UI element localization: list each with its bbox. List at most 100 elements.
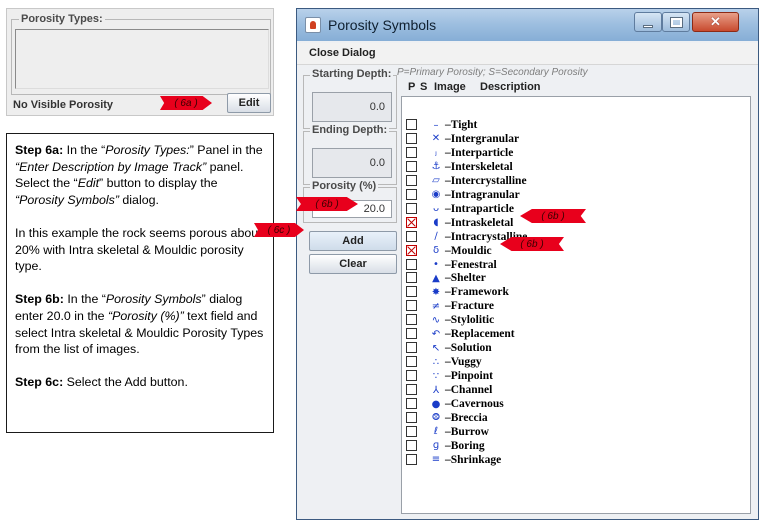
symbol-checkbox[interactable] [406,342,417,354]
symbol-description: –Intraskeletal [445,216,514,229]
header-image: Image [434,81,466,93]
symbol-checkbox[interactable] [406,384,417,396]
symbol-row: – –Tight [402,118,742,132]
dash-icon: – [433,119,439,131]
dialog-title: Porosity Symbols [328,17,437,33]
breccia-icon: ⨷ [432,412,440,424]
symbol-checkbox[interactable] [406,328,417,340]
symbol-row: δ –Mouldic [402,244,742,258]
symbol-checkbox[interactable] [406,258,417,270]
symbol-row: ⱼ –Interparticle [402,146,742,160]
drop-icon: ◖ [433,217,439,229]
fracture-icon: ≠ [431,300,441,312]
symbol-description: –Pinpoint [445,370,493,383]
symbol-checkbox[interactable] [406,356,417,368]
symbol-checkbox[interactable] [406,160,417,172]
symbol-row: ▱ –Intercrystalline [402,174,742,188]
add-button[interactable]: Add [309,231,397,251]
ending-depth-field[interactable]: 0.0 [312,148,392,178]
symbol-description: –Burrow [445,425,489,438]
header-p: P [408,81,416,93]
header-description: Description [480,81,541,93]
symbol-checkbox[interactable] [406,272,417,284]
vuggy-icon: ∴ [432,356,440,368]
symbol-row: • –Fenestral [402,258,742,272]
porosity-types-panel: Porosity Types: No Visible Porosity Edit [6,8,274,116]
close-window-button[interactable]: ✕ [692,12,739,32]
minimize-icon [643,24,653,28]
arrow-nw-icon: ↖ [431,342,441,354]
triple-line-icon: ≡ [431,454,441,466]
menu-close-dialog[interactable]: Close Dialog [309,47,376,59]
java-app-icon [305,17,321,33]
symbol-description: –Breccia [445,411,488,424]
input-column: Starting Depth: 0.0 Ending Depth: 0.0 Po… [303,67,397,517]
ending-depth-label: Ending Depth: [310,124,390,136]
symbol-description: –Intraparticle [445,202,514,215]
dots-icon: ∵ [432,370,440,382]
symbol-checkbox[interactable] [406,439,417,451]
symbol-description: –Fenestral [445,258,497,271]
symbol-description: –Shrinkage [445,453,502,466]
symbol-checkbox[interactable] [406,132,417,144]
instruction-step-6c: Step 6c: Select the Add button. [15,375,188,390]
symbol-row: ⚓ –Interskeletal [402,160,742,174]
symbol-description: –Boring [445,439,485,452]
starting-depth-label: Starting Depth: [310,68,394,80]
symbol-checkbox[interactable] [406,370,417,382]
symbol-checkbox[interactable] [406,119,417,130]
porosity-label: Porosity (%) [310,180,379,192]
symbol-row: ⅄ –Channel [402,383,742,397]
clear-button[interactable]: Clear [309,254,397,274]
symbol-description: –Intercrystalline [445,174,527,187]
starting-depth-field[interactable]: 0.0 [312,92,392,122]
symbol-row: ∴ –Vuggy [402,355,742,369]
symbol-checkbox[interactable] [406,453,417,465]
edit-button[interactable]: Edit [227,93,271,113]
symbol-checkbox[interactable] [406,174,417,186]
symbol-description: –Interskeletal [445,160,513,173]
symbol-row: ≠ –Fracture [402,299,742,313]
boring-icon: ɡ [432,440,440,452]
symbol-description: –Replacement [445,328,515,341]
fenestral-icon: • [433,259,439,270]
symbol-checkbox[interactable] [406,202,417,214]
porosity-types-title: Porosity Types: [19,13,105,25]
symbol-description: –Cavernous [445,398,504,410]
porosity-symbols-dialog: Porosity Symbols ✕ Close Dialog Starting… [296,8,759,520]
symbol-description: –Framework [445,286,509,299]
filled-circle-icon: ● [431,398,441,410]
symbol-description: –Intergranular [445,132,520,145]
starting-depth-group: Starting Depth: 0.0 [303,68,397,129]
callout-6b-intraskeletal: ( 6b ) [520,209,586,223]
maximize-button[interactable] [662,12,690,32]
replacement-icon: ↶ [431,328,441,340]
porosity-status-label: No Visible Porosity [13,99,114,111]
symbol-checkbox[interactable] [406,300,417,312]
symbol-checkbox[interactable] [406,398,417,409]
symbol-checkbox[interactable] [406,244,417,256]
symbol-checkbox[interactable] [406,314,417,326]
symbol-description: –Vuggy [445,356,482,369]
porosity-hint: P=Primary Porosity; S=Secondary Porosity [397,67,588,78]
minimize-button[interactable] [634,12,662,32]
symbol-checkbox[interactable] [406,146,417,158]
symbol-description: –Stylolitic [445,314,495,327]
symbol-row: ● –Cavernous [402,397,742,411]
parallelogram-icon: ▱ [432,175,440,187]
symbol-checkbox[interactable] [406,411,417,423]
symbol-checkbox[interactable] [406,425,417,437]
symbol-checkbox[interactable] [406,188,417,200]
symbol-checkbox[interactable] [406,286,417,298]
callout-6a: ( 6a ) [160,96,212,110]
symbol-checkbox[interactable] [406,216,417,228]
header-s: S [420,81,428,93]
symbol-row: ↶ –Replacement [402,327,742,341]
symbol-checkbox[interactable] [406,230,417,242]
instruction-step-6b: Step 6b: In the “Porosity Symbols” dialo… [15,292,264,357]
title-bar[interactable]: Porosity Symbols ✕ [297,9,758,41]
symbol-description: –Tight [445,119,478,131]
porosity-types-list[interactable] [15,29,269,89]
symbol-description: –Fracture [445,300,494,313]
symbol-description: –Mouldic [445,244,492,257]
